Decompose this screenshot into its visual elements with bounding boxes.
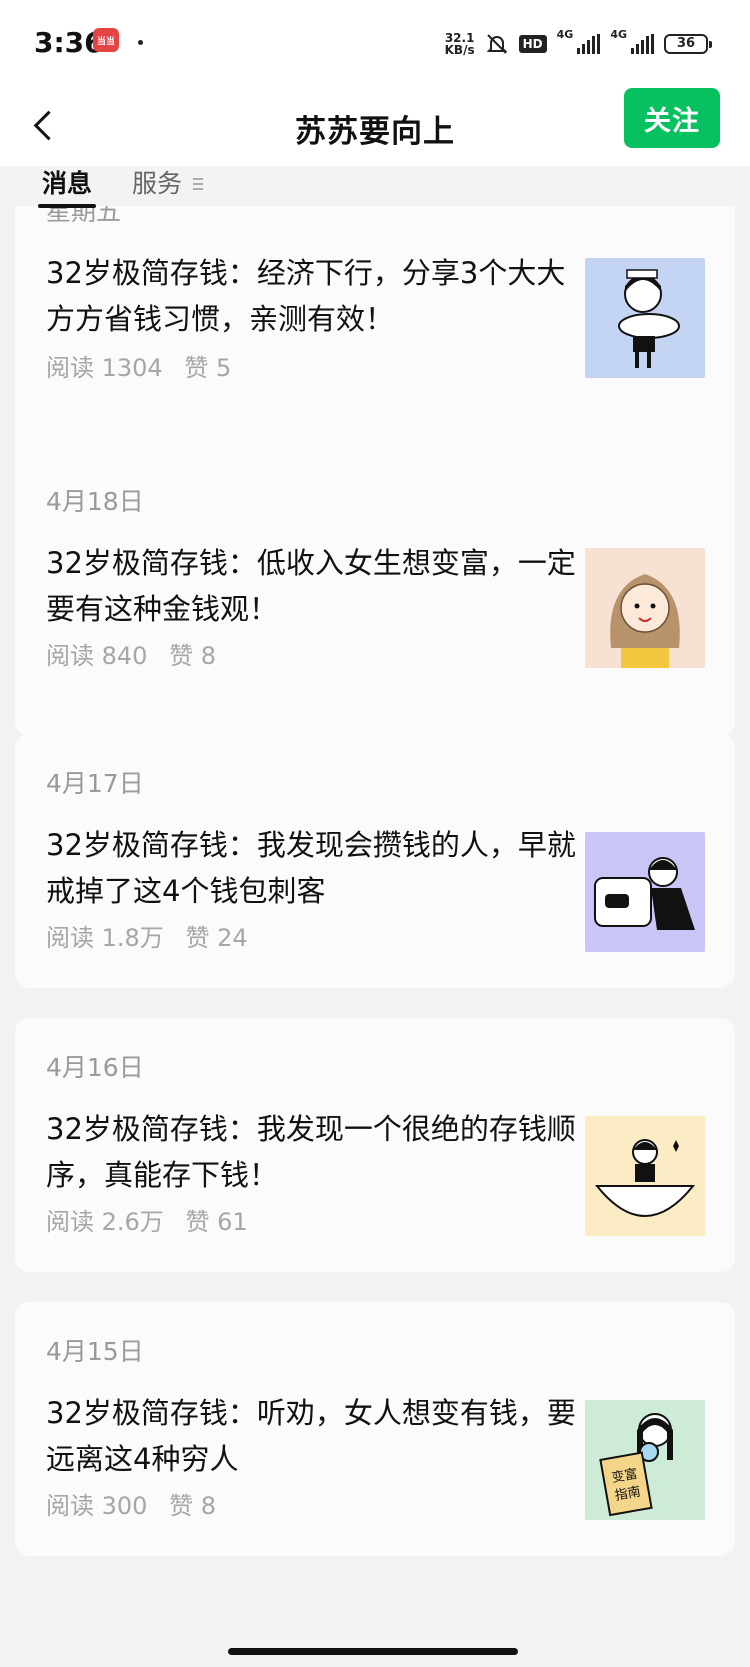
- read-count: 阅读 1304: [46, 354, 163, 382]
- status-indicators: 32.1 KB/s HD 4G 4G 36: [444, 28, 712, 60]
- article-title[interactable]: 32岁极简存钱：我发现会攒钱的人，早就戒掉了这4个钱包刺客: [46, 822, 576, 914]
- article-title[interactable]: 32岁极简存钱：经济下行，分享3个大大方方省钱习惯，亲测有效！: [46, 250, 576, 342]
- article-thumbnail[interactable]: [585, 1116, 705, 1236]
- article-stats: 阅读 2.6万 赞 61: [46, 1202, 262, 1237]
- article-thumbnail[interactable]: 变富指南: [585, 1400, 705, 1520]
- article-date: 4月15日: [46, 1337, 144, 1366]
- read-count: 阅读 1.8万: [46, 924, 164, 952]
- status-bar: 3:36 当当 32.1 KB/s HD 4G 4G 36: [0, 0, 750, 88]
- menu-icon[interactable]: [193, 178, 203, 190]
- like-count: 赞 61: [185, 1208, 248, 1236]
- signal-strength-icon-2: [631, 34, 654, 54]
- read-count: 阅读 2.6万: [46, 1208, 164, 1236]
- girl-with-book-illustration: 变富指南: [599, 1413, 673, 1517]
- article-card[interactable]: 4月17日 32岁极简存钱：我发现会攒钱的人，早就戒掉了这4个钱包刺客 阅读 1…: [15, 734, 735, 988]
- network-speed: 32.1 KB/s: [444, 31, 475, 57]
- girl-hugging-wallet-illustration: [594, 857, 695, 930]
- top-nav-bar: 苏苏要向上 关注: [0, 88, 750, 166]
- hd-voice-icon: HD: [518, 35, 547, 53]
- network-type-label-2: 4G: [610, 28, 627, 41]
- signal-strength-icon: [577, 34, 601, 54]
- app-notification-icon: 当当: [93, 28, 119, 52]
- article-title[interactable]: 32岁极简存钱：听劝，女人想变有钱，要远离这4种穷人: [46, 1390, 576, 1482]
- article-stats: 阅读 300 赞 8: [46, 1486, 230, 1521]
- girl-with-fish-illustration: [618, 269, 680, 368]
- read-count: 阅读 300: [46, 1492, 148, 1520]
- battery-icon: 36: [664, 34, 712, 54]
- follow-button[interactable]: 关注: [624, 88, 720, 148]
- tab-messages[interactable]: 消息: [37, 166, 97, 208]
- tab-bar: 消息 服务: [0, 166, 750, 208]
- article-stats: 阅读 840 赞 8: [46, 636, 230, 671]
- mute-bell-icon: [486, 34, 508, 54]
- tab-services[interactable]: 服务: [132, 166, 182, 202]
- like-count: 赞 24: [185, 924, 248, 952]
- article-thumbnail[interactable]: [585, 832, 705, 952]
- notification-dot-icon: [138, 40, 143, 45]
- girl-portrait-illustration: [610, 574, 680, 668]
- article-card[interactable]: 4月16日 32岁极简存钱：我发现一个很绝的存钱顺序，真能存下钱！ 阅读 2.6…: [15, 1018, 735, 1272]
- like-count: 赞 5: [184, 354, 232, 382]
- read-count: 阅读 840: [46, 642, 148, 670]
- like-count: 赞 8: [169, 1492, 216, 1520]
- article-card[interactable]: 4月15日 32岁极简存钱：听劝，女人想变有钱，要远离这4种穷人 阅读 300 …: [15, 1302, 735, 1556]
- article-date: 4月17日: [46, 769, 144, 798]
- article-date: 4月18日: [46, 487, 144, 516]
- article-stats: 阅读 1304 赞 5: [46, 348, 245, 383]
- official-account-page: 3:36 当当 32.1 KB/s HD 4G 4G 36 苏苏要向上 关注 消…: [0, 0, 750, 1667]
- article-title[interactable]: 32岁极简存钱：我发现一个很绝的存钱顺序，真能存下钱！: [46, 1106, 576, 1198]
- article-card[interactable]: 4月18日 32岁极简存钱：低收入女生想变富，一定要有这种金钱观！ 阅读 840…: [15, 464, 735, 736]
- article-thumbnail[interactable]: [585, 258, 705, 378]
- article-date: 4月16日: [46, 1053, 144, 1082]
- home-indicator[interactable]: [228, 1648, 518, 1655]
- article-stats: 阅读 1.8万 赞 24: [46, 918, 262, 953]
- article-title[interactable]: 32岁极简存钱：低收入女生想变富，一定要有这种金钱观！: [46, 540, 576, 632]
- figure-in-bowl-illustration: [594, 1139, 696, 1217]
- like-count: 赞 8: [169, 642, 216, 670]
- article-thumbnail[interactable]: [585, 548, 705, 668]
- network-type-label: 4G: [556, 28, 574, 41]
